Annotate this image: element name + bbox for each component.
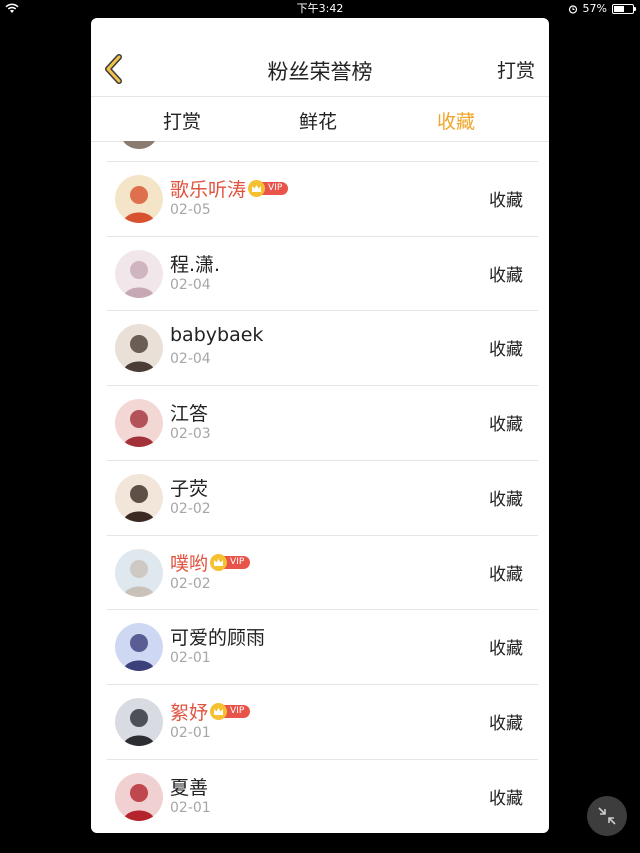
collapse-icon	[598, 807, 616, 825]
vip-badge: VIP	[248, 180, 289, 197]
list-item[interactable]: 噗哟 VIP 02-02 收藏	[91, 534, 549, 609]
divider	[107, 459, 538, 461]
crown-icon	[248, 180, 266, 197]
date: 02-04	[170, 276, 211, 293]
avatar[interactable]	[115, 548, 163, 597]
tab-bar: 打赏 鲜花 收藏	[91, 97, 549, 142]
user-name-text: 絮妤	[170, 701, 209, 724]
collapse-button[interactable]	[587, 796, 627, 836]
favorite-label: 收藏	[489, 788, 523, 809]
list-item[interactable]: 絮妤 VIP 02-01 收藏	[91, 683, 549, 758]
reward-button[interactable]: 打赏	[497, 56, 535, 83]
divider	[107, 385, 538, 387]
date: 02-03	[170, 426, 211, 443]
tab-reward[interactable]: 打赏	[163, 107, 201, 134]
favorite-label: 收藏	[489, 489, 523, 510]
user-name-text: 歌乐听涛	[170, 179, 247, 201]
avatar[interactable]	[115, 175, 163, 223]
divider	[107, 609, 538, 611]
favorite-label: 收藏	[489, 564, 523, 585]
date: 02-02	[170, 500, 211, 517]
alarm-icon	[568, 5, 577, 14]
divider	[107, 161, 538, 162]
list-item[interactable]: 歌乐听涛 VIP 02-05 收藏	[91, 161, 549, 235]
divider	[107, 758, 538, 760]
divider	[107, 310, 538, 312]
user-name-text: 夏善	[170, 776, 209, 799]
avatar[interactable]	[115, 473, 163, 522]
avatar[interactable]	[115, 697, 163, 746]
header: 粉丝荣誉榜 打赏	[91, 18, 549, 97]
tab-flowers[interactable]: 鲜花	[299, 107, 337, 134]
battery-icon	[612, 4, 636, 14]
user-name[interactable]: 江答	[170, 399, 208, 426]
vip-badge: VIP	[210, 553, 251, 571]
avatar[interactable]	[115, 324, 163, 373]
fan-honor-panel: 粉丝荣誉榜 打赏 打赏 鲜花 收藏 歌乐听涛 VIP 02-05 收藏 程.潇. 02-0…	[91, 18, 549, 833]
user-name[interactable]: 噗哟 VIP	[170, 549, 251, 576]
user-name-text: babybaek	[170, 324, 264, 347]
favorite-label: 收藏	[489, 639, 523, 660]
date: 02-05	[170, 202, 211, 218]
user-name-text: 程.潇.	[170, 253, 221, 276]
user-name[interactable]: 程.潇.	[170, 250, 220, 277]
user-name[interactable]: 子荧	[170, 474, 208, 501]
list-item[interactable]: babybaek 02-04 收藏	[91, 310, 549, 384]
date: 02-04	[170, 351, 211, 368]
favorite-label: 收藏	[489, 191, 523, 211]
user-name[interactable]: 可爱的顾雨	[170, 623, 265, 650]
avatar[interactable]	[115, 623, 163, 672]
crown-icon	[210, 702, 228, 720]
list-item[interactable]: 子荧 02-02 收藏	[91, 459, 549, 534]
status-bar: 下午3:42 57%	[0, 0, 640, 18]
user-name[interactable]: babybaek	[170, 324, 263, 346]
avatar	[121, 141, 157, 149]
battery-percent: 57%	[582, 2, 607, 15]
user-name-text: 江答	[170, 403, 209, 426]
user-name-text: 噗哟	[170, 552, 209, 575]
divider	[107, 235, 538, 237]
fan-list: 歌乐听涛 VIP 02-05 收藏 程.潇. 02-04 收藏 babybaek 02-04 收藏…	[91, 141, 549, 833]
status-time: 下午3:42	[296, 2, 344, 15]
list-item[interactable]: 可爱的顾雨 02-01 收藏	[91, 609, 549, 683]
date: 02-01	[170, 799, 211, 816]
list-item[interactable]: 夏善 02-01 收藏	[91, 758, 549, 833]
avatar[interactable]	[115, 399, 163, 448]
vip-badge: VIP	[210, 702, 251, 720]
user-name[interactable]: 歌乐听涛 VIP	[170, 175, 289, 202]
user-name[interactable]: 絮妤 VIP	[170, 698, 251, 725]
favorite-label: 收藏	[489, 713, 523, 734]
avatar[interactable]	[115, 249, 163, 298]
avatar[interactable]	[115, 772, 163, 821]
page-title: 粉丝荣誉榜	[267, 60, 373, 84]
divider	[107, 534, 538, 536]
favorite-label: 收藏	[489, 265, 523, 286]
crown-icon	[210, 553, 228, 571]
list-item[interactable]: 江答 02-03 收藏	[91, 385, 549, 459]
date: 02-01	[170, 724, 211, 741]
tab-favorites[interactable]: 收藏	[437, 107, 475, 134]
favorite-label: 收藏	[489, 415, 523, 436]
divider	[107, 683, 538, 685]
favorite-label: 收藏	[489, 340, 523, 361]
user-name-text: 子荧	[170, 477, 209, 500]
user-name-text: 可爱的顾雨	[170, 627, 266, 650]
user-name[interactable]: 夏善	[170, 773, 208, 800]
list-item[interactable]: 程.潇. 02-04 收藏	[91, 235, 549, 310]
date: 02-01	[170, 650, 211, 667]
date: 02-02	[170, 575, 211, 592]
